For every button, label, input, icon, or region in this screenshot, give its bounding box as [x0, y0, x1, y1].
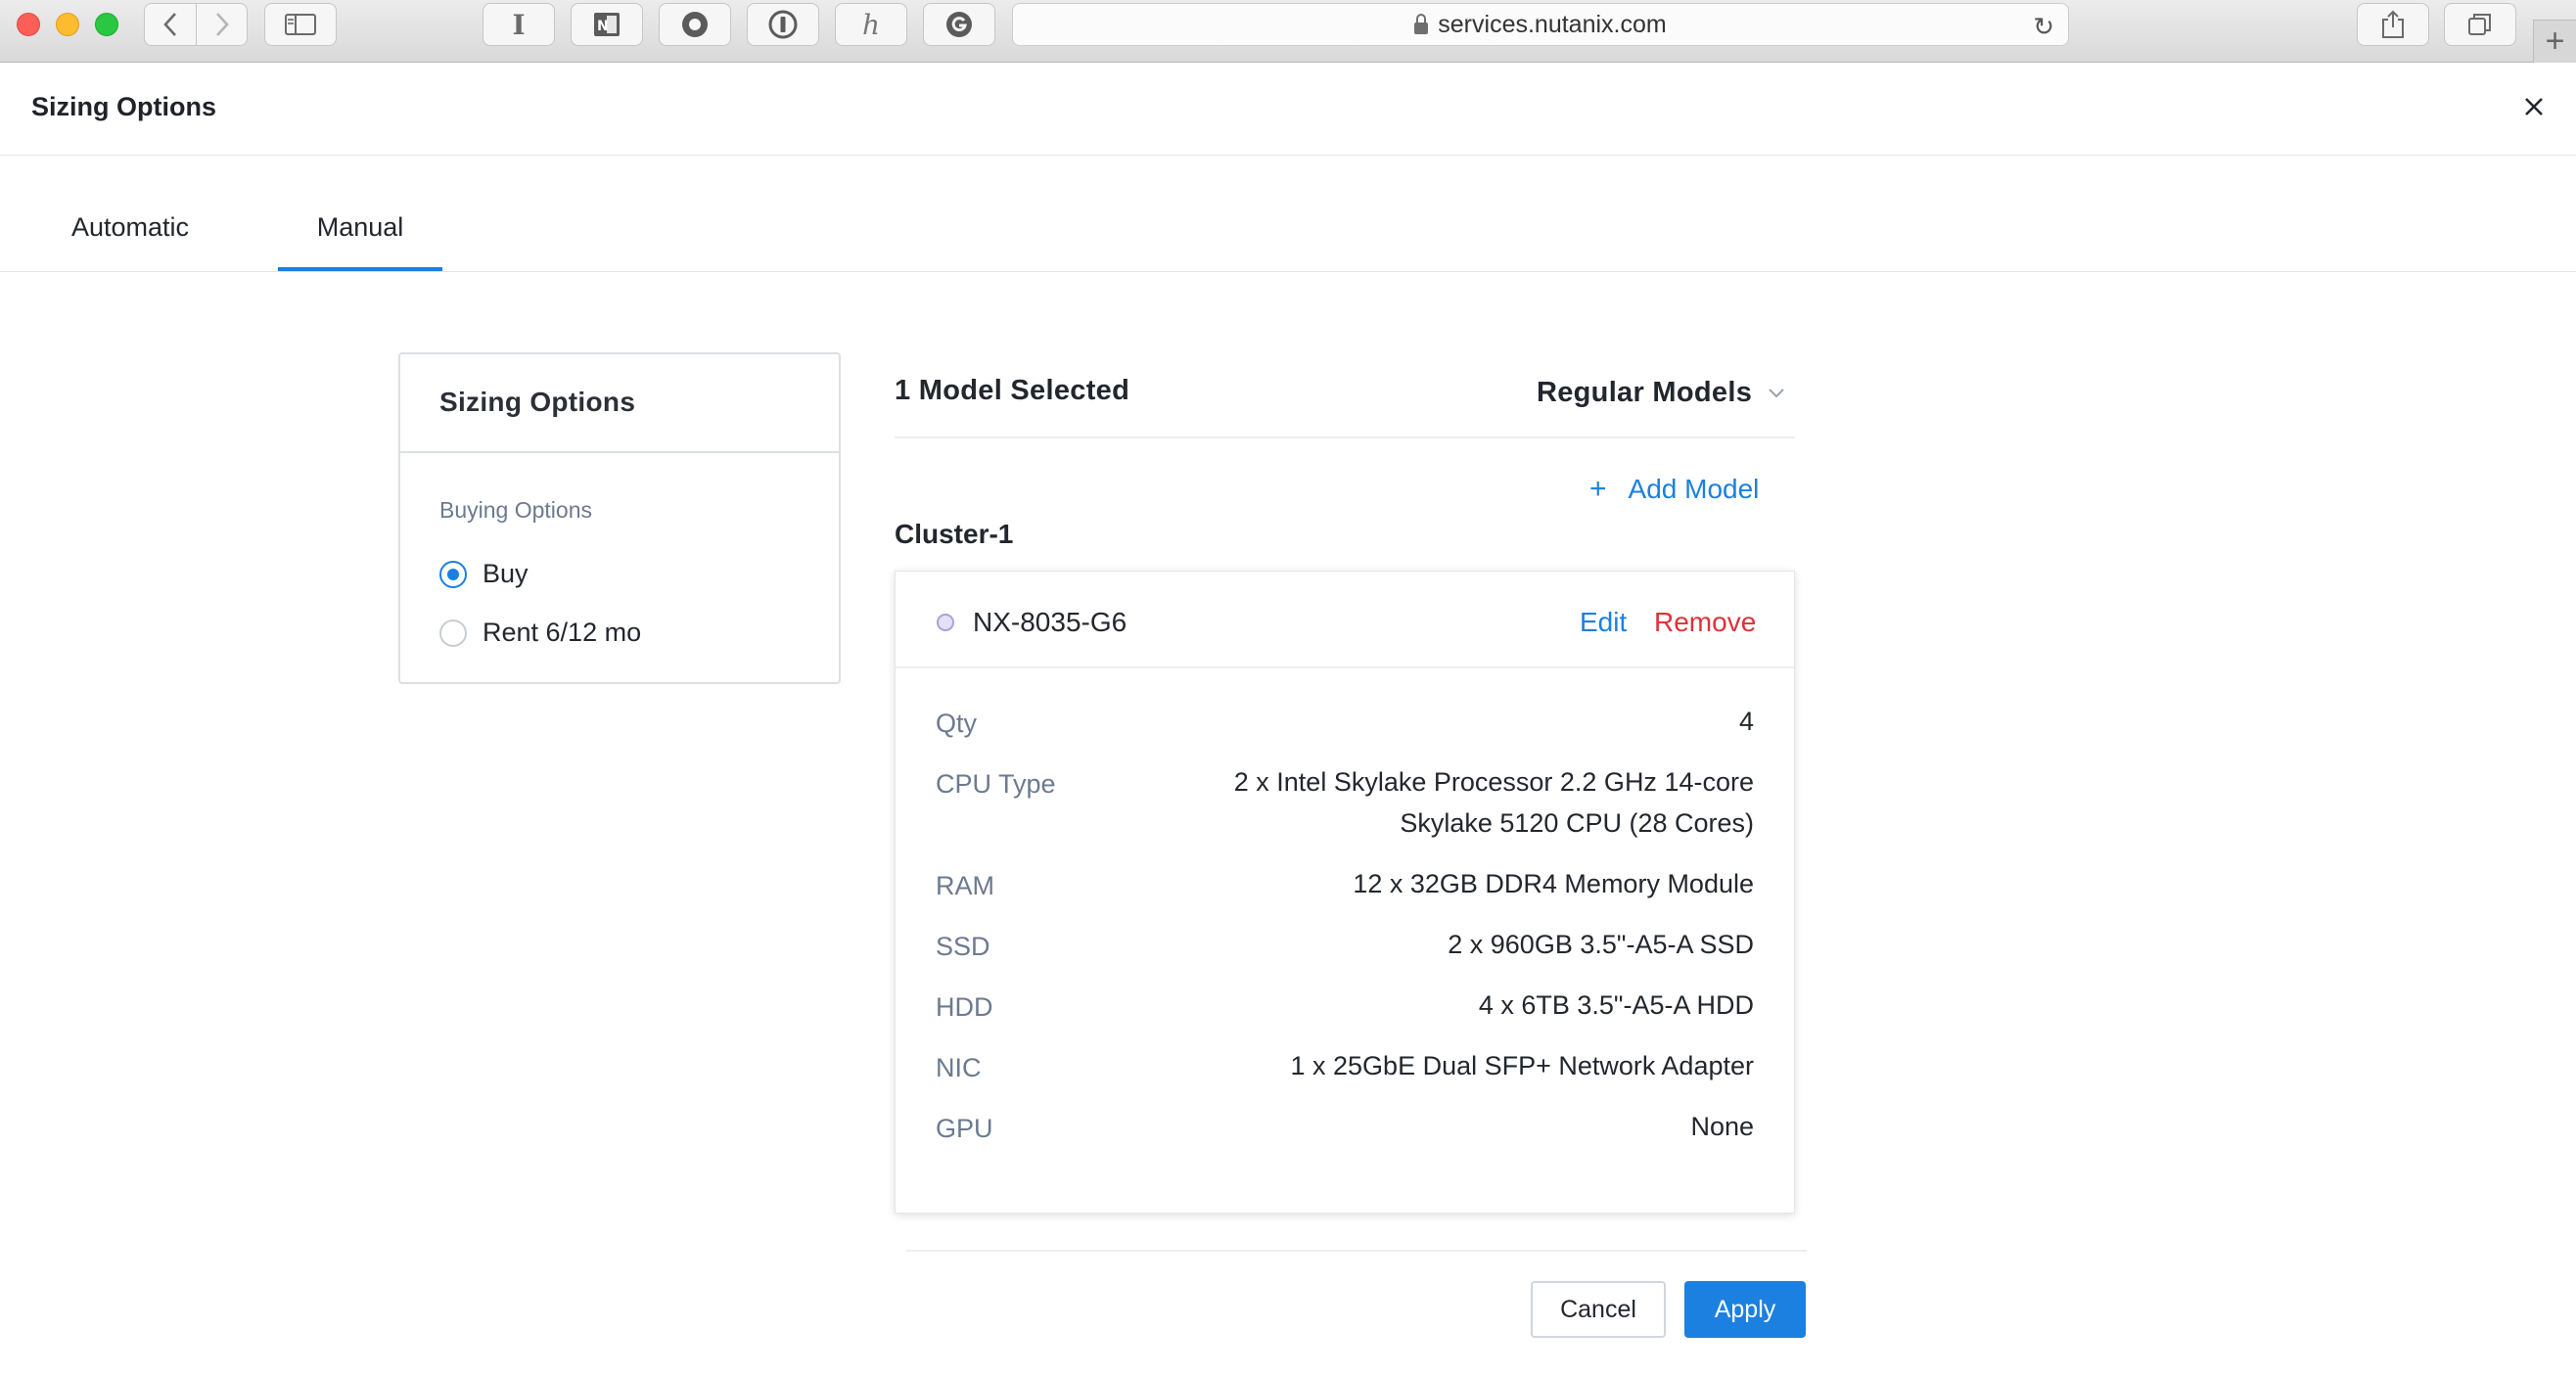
buy-label: Buy: [483, 559, 529, 588]
honey-extension-button[interactable]: h: [835, 3, 907, 46]
model-type-dropdown[interactable]: Regular Models: [1537, 377, 1785, 409]
cluster-title: Cluster-1: [895, 519, 1014, 549]
spec-value-hdd: 4 x 6TB 3.5"-A5-A HDD: [1478, 990, 1754, 1020]
spec-label-nic: NIC: [936, 1053, 982, 1082]
share-button[interactable]: [2357, 3, 2429, 46]
text-cursor-icon: I: [512, 8, 526, 41]
tab-manual[interactable]: Manual: [278, 212, 442, 243]
models-selected-count: 1 Model Selected: [895, 375, 1130, 406]
card-divider: [896, 666, 1794, 668]
panel-title: Sizing Options: [439, 387, 636, 417]
window-close-button[interactable]: [17, 13, 40, 36]
spec-value-nic: 1 x 25GbE Dual SFP+ Network Adapter: [1290, 1051, 1755, 1080]
spec-value-ram: 12 x 32GB DDR4 Memory Module: [1353, 869, 1754, 898]
browser-toolbar: I N h services.nutanix.com ↻ +: [0, 0, 2576, 63]
new-tab-button[interactable]: +: [2533, 20, 2576, 63]
add-model-label: Add Model: [1628, 474, 1760, 504]
footer-divider: [906, 1250, 1807, 1252]
panel-divider: [400, 451, 839, 453]
model-type-selected: Regular Models: [1537, 377, 1753, 408]
spec-label-cpu: CPU Type: [936, 769, 1056, 799]
spec-label-hdd: HDD: [936, 992, 993, 1022]
spec-label-qty: Qty: [936, 709, 978, 738]
spec-label-ram: RAM: [936, 871, 994, 900]
share-icon: [2382, 10, 2404, 38]
tab-automatic[interactable]: Automatic: [27, 212, 233, 243]
spec-value-qty: 4: [1738, 707, 1754, 736]
cancel-button[interactable]: Cancel: [1531, 1281, 1666, 1338]
window-zoom-button[interactable]: [95, 13, 118, 36]
address-bar[interactable]: services.nutanix.com ↻: [1012, 3, 2069, 46]
password-manager-icon: [768, 10, 798, 39]
add-model-button[interactable]: + Add Model: [1589, 474, 1759, 505]
remove-model-button[interactable]: Remove: [1654, 607, 1756, 638]
model-name: NX-8035-G6: [973, 607, 1127, 637]
url-text: services.nutanix.com: [1438, 10, 1667, 38]
rent-option[interactable]: Rent 6/12 mo: [439, 618, 641, 648]
spec-value-gpu: None: [1690, 1112, 1754, 1141]
spec-value-cpu-line-1: 2 x Intel Skylake Processor 2.2 GHz 14-c…: [1233, 767, 1754, 797]
spec-label-ssd: SSD: [936, 932, 990, 961]
model-status-dot-icon: [937, 614, 954, 631]
reload-icon[interactable]: ↻: [2033, 12, 2054, 42]
sizing-options-panel: Sizing Options Buying Options Buy Rent 6…: [398, 352, 841, 684]
apply-button[interactable]: Apply: [1684, 1281, 1806, 1338]
sidebar-icon: [285, 14, 316, 35]
models-divider: [895, 436, 1795, 438]
close-icon[interactable]: [2517, 90, 2551, 123]
spec-value-cpu: 2 x Intel Skylake Processor 2.2 GHz 14-c…: [1234, 761, 1754, 844]
rent-label: Rent 6/12 mo: [483, 618, 642, 647]
record-extension-button[interactable]: [659, 3, 731, 46]
svg-text:N: N: [597, 19, 609, 34]
window-minimize-button[interactable]: [56, 13, 79, 36]
sidebar-toggle-button[interactable]: [264, 3, 337, 46]
back-forward-buttons: [144, 3, 248, 46]
grammarly-icon: [946, 12, 972, 37]
header-divider: [0, 155, 2576, 156]
text-cursor-extension-button[interactable]: I: [483, 3, 555, 46]
edit-model-button[interactable]: Edit: [1580, 607, 1627, 638]
plus-icon: +: [1589, 473, 1607, 505]
spec-label-gpu: GPU: [936, 1114, 993, 1143]
plus-icon: +: [2545, 23, 2565, 60]
onenote-extension-button[interactable]: N: [571, 3, 643, 46]
tabs-divider: [0, 271, 2576, 272]
tab-overview-button[interactable]: [2444, 3, 2516, 46]
chevron-down-icon: [1769, 388, 1784, 397]
lock-icon: [1414, 14, 1429, 34]
back-icon[interactable]: [145, 4, 196, 45]
spec-value-cpu-line-2: Skylake 5120 CPU (28 Cores): [1400, 808, 1754, 838]
grammarly-extension-button[interactable]: [923, 3, 995, 46]
tabs-icon: [2468, 14, 2491, 35]
modal-title: Sizing Options: [31, 92, 216, 121]
buying-options-label: Buying Options: [439, 497, 592, 523]
record-icon: [682, 12, 708, 37]
buy-option[interactable]: Buy: [439, 559, 529, 589]
honey-icon: h: [861, 8, 881, 41]
onenote-icon: N: [594, 13, 620, 36]
buy-radio[interactable]: [439, 560, 467, 588]
model-card: NX-8035-G6 Edit Remove Qty 4 CPU Type 2 …: [895, 571, 1795, 1214]
rent-radio[interactable]: [439, 619, 467, 647]
spec-value-ssd: 2 x 960GB 3.5"-A5-A SSD: [1448, 930, 1754, 959]
forward-icon[interactable]: [196, 4, 247, 45]
password-manager-extension-button[interactable]: [747, 3, 819, 46]
